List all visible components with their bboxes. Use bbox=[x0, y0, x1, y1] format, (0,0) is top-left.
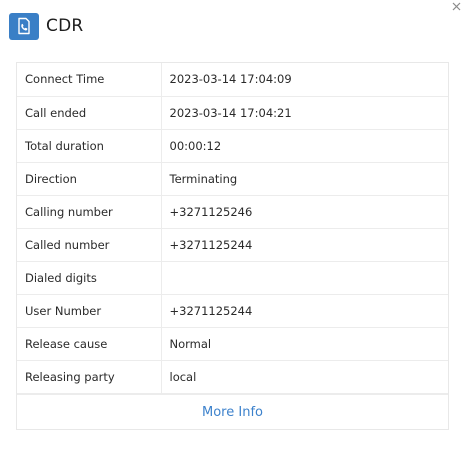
more-info-link[interactable]: More Info bbox=[17, 394, 448, 429]
table-row: User Number +3271125244 bbox=[17, 294, 448, 328]
table-row: Dialed digits bbox=[17, 261, 448, 295]
field-value: 00:00:12 bbox=[161, 129, 448, 163]
field-value: local bbox=[161, 360, 448, 394]
table-row: Called number +3271125244 bbox=[17, 228, 448, 262]
dialog-header: CDR bbox=[9, 12, 83, 40]
cdr-table: Connect Time 2023-03-14 17:04:09 Call ende… bbox=[17, 63, 448, 394]
field-label: Total duration bbox=[17, 129, 162, 163]
field-label: Call ended bbox=[17, 96, 162, 130]
field-value: +3271125244 bbox=[161, 228, 448, 262]
field-label: User Number bbox=[17, 294, 162, 328]
table-row: Release cause Normal bbox=[17, 327, 448, 361]
field-value: +3271125244 bbox=[161, 294, 448, 328]
field-label: Calling number bbox=[17, 195, 162, 229]
field-label: Dialed digits bbox=[17, 261, 162, 295]
field-label: Called number bbox=[17, 228, 162, 262]
field-value: 2023-03-14 17:04:09 bbox=[161, 63, 448, 97]
cdr-dialog: CDR Connect Time 2023-03-14 17:04:09 Call … bbox=[0, 0, 466, 453]
field-value bbox=[161, 261, 448, 295]
table-row: Total duration 00:00:12 bbox=[17, 129, 448, 163]
table-row: Call ended 2023-03-14 17:04:21 bbox=[17, 96, 448, 130]
close-icon[interactable] bbox=[450, 0, 464, 14]
field-label: Release cause bbox=[17, 327, 162, 361]
cdr-details-panel: Connect Time 2023-03-14 17:04:09 Call ende… bbox=[16, 62, 449, 430]
field-value: Normal bbox=[161, 327, 448, 361]
field-value: +3271125246 bbox=[161, 195, 448, 229]
table-row: Direction Terminating bbox=[17, 162, 448, 196]
field-value: Terminating bbox=[161, 162, 448, 196]
field-label: Direction bbox=[17, 162, 162, 196]
phone-document-icon bbox=[9, 12, 39, 40]
table-row: Releasing party local bbox=[17, 360, 448, 394]
table-row: Calling number +3271125246 bbox=[17, 195, 448, 229]
field-value: 2023-03-14 17:04:21 bbox=[161, 96, 448, 130]
field-label: Releasing party bbox=[17, 360, 162, 394]
field-label: Connect Time bbox=[17, 63, 162, 97]
table-row: Connect Time 2023-03-14 17:04:09 bbox=[17, 63, 448, 97]
dialog-title: CDR bbox=[46, 16, 84, 36]
